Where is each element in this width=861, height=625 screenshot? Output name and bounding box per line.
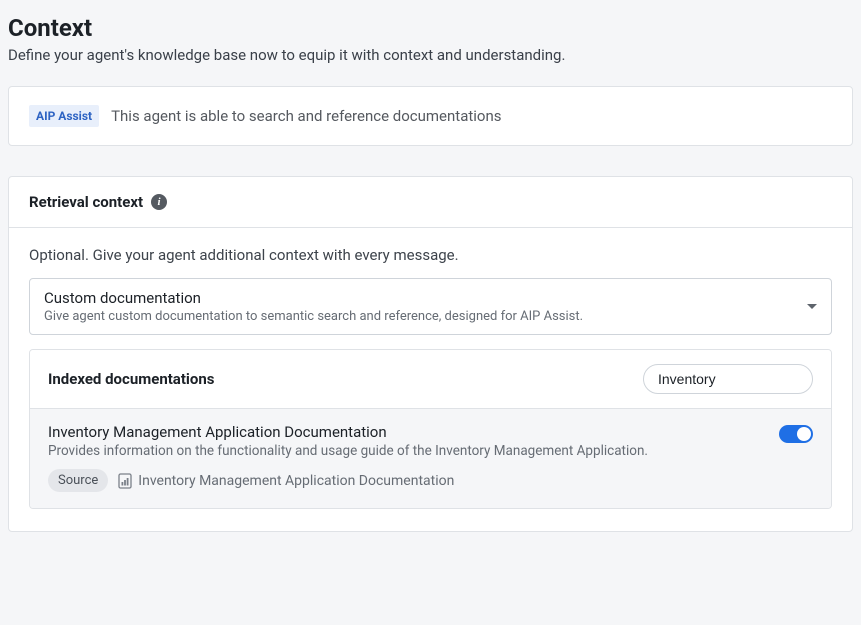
documentation-type-dropdown[interactable]: Custom documentation Give agent custom d… (29, 278, 832, 335)
source-badge: Source (48, 469, 108, 492)
documentation-row: Inventory Management Application Documen… (30, 409, 831, 508)
document-icon (118, 473, 132, 489)
info-icon[interactable]: i (151, 194, 167, 210)
chevron-down-icon (807, 304, 817, 309)
retrieval-context-header: Retrieval context i (9, 177, 852, 228)
source-link[interactable]: Inventory Management Application Documen… (118, 473, 454, 489)
aip-assist-badge: AIP Assist (29, 105, 99, 127)
retrieval-context-card: Retrieval context i Optional. Give your … (8, 176, 853, 532)
source-name: Inventory Management Application Documen… (138, 473, 454, 489)
page-subtitle: Define your agent's knowledge base now t… (8, 46, 853, 64)
doc-description: Provides information on the functionalit… (48, 443, 763, 459)
retrieval-intro: Optional. Give your agent additional con… (29, 246, 832, 264)
dropdown-title: Custom documentation (44, 289, 583, 307)
page-title: Context (8, 14, 853, 42)
doc-title: Inventory Management Application Documen… (48, 423, 763, 441)
doc-enable-toggle[interactable] (779, 425, 813, 443)
indexed-search-input[interactable] (643, 364, 813, 394)
indexed-documentations-panel: Indexed documentations Inventory Managem… (29, 349, 832, 509)
indexed-heading: Indexed documentations (48, 370, 214, 388)
aip-assist-card: AIP Assist This agent is able to search … (8, 86, 853, 146)
dropdown-subtitle: Give agent custom documentation to seman… (44, 309, 583, 324)
retrieval-context-heading: Retrieval context (29, 193, 143, 211)
aip-assist-text: This agent is able to search and referen… (111, 107, 501, 125)
